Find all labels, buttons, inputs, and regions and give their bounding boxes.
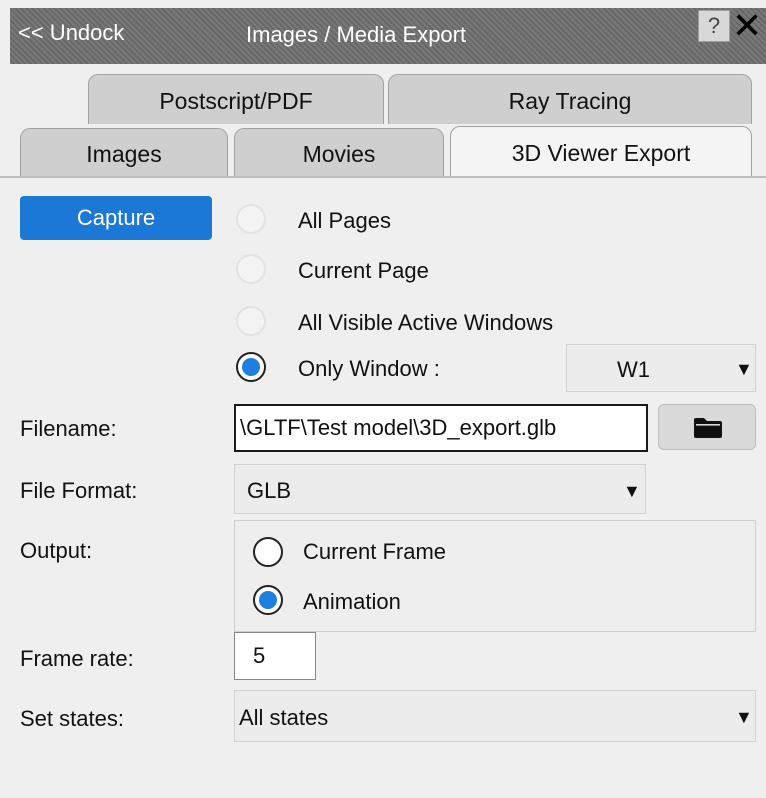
tab-images[interactable]: Images — [20, 128, 228, 176]
set-states-value: All states — [239, 705, 329, 730]
frame-rate-input[interactable]: 5 — [234, 632, 316, 680]
radio-all-visible-active-windows[interactable] — [236, 306, 266, 336]
caret-down-icon: ▼ — [623, 481, 641, 501]
current-page-label: Current Page — [298, 258, 429, 283]
window-title: Images / Media Export — [246, 22, 467, 47]
animation-label: Animation — [303, 589, 401, 614]
tab-movies[interactable]: Movies — [234, 128, 444, 176]
output-label: Output: — [20, 538, 93, 563]
all-visible-windows-label: All Visible Active Windows — [298, 310, 554, 335]
tab-postscript-pdf[interactable]: Postscript/PDF — [88, 74, 384, 124]
help-button[interactable]: ? — [698, 10, 730, 42]
window-select-value: W1 — [617, 357, 650, 382]
folder-icon — [694, 418, 722, 438]
caret-down-icon: ▼ — [735, 707, 753, 727]
frame-rate-label: Frame rate: — [20, 646, 134, 671]
file-format-value: GLB — [247, 478, 292, 503]
tab-3d-viewer-export[interactable]: 3D Viewer Export — [450, 126, 752, 178]
file-format-select[interactable]: GLB ▼ — [234, 464, 646, 514]
caret-down-icon: ▼ — [735, 359, 753, 379]
radio-only-window[interactable] — [236, 352, 266, 382]
title-bar: << Undock Images / Media Export ? ✕ — [10, 6, 766, 64]
all-pages-label: All Pages — [298, 208, 391, 233]
radio-current-page[interactable] — [236, 254, 266, 284]
tab-label: 3D Viewer Export — [511, 140, 691, 166]
close-icon[interactable]: ✕ — [732, 6, 762, 46]
set-states-label: Set states: — [20, 706, 124, 731]
tab-divider — [0, 176, 766, 178]
only-window-label: Only Window : — [298, 356, 440, 381]
radio-current-frame[interactable] — [253, 537, 283, 567]
capture-button[interactable]: Capture — [20, 196, 212, 240]
tab-ray-tracing[interactable]: Ray Tracing — [388, 74, 752, 124]
undock-button[interactable]: << Undock — [18, 20, 124, 46]
radio-all-pages[interactable] — [236, 204, 266, 234]
tab-label: Movies — [302, 141, 376, 167]
tab-label: Images — [86, 141, 162, 167]
output-group: Current Frame Animation — [234, 520, 756, 632]
current-frame-label: Current Frame — [303, 539, 447, 564]
browse-button[interactable] — [658, 404, 756, 450]
radio-animation[interactable] — [253, 585, 283, 615]
set-states-select[interactable]: All states ▼ — [234, 690, 756, 742]
filename-label: Filename: — [20, 416, 117, 441]
tab-label: Postscript/PDF — [159, 88, 313, 114]
file-format-label: File Format: — [20, 478, 138, 503]
window-select[interactable]: W1 ▼ — [566, 344, 756, 392]
filename-input[interactable]: \GLTF\Test model\3D_export.glb — [234, 404, 648, 452]
tab-label: Ray Tracing — [508, 88, 632, 114]
